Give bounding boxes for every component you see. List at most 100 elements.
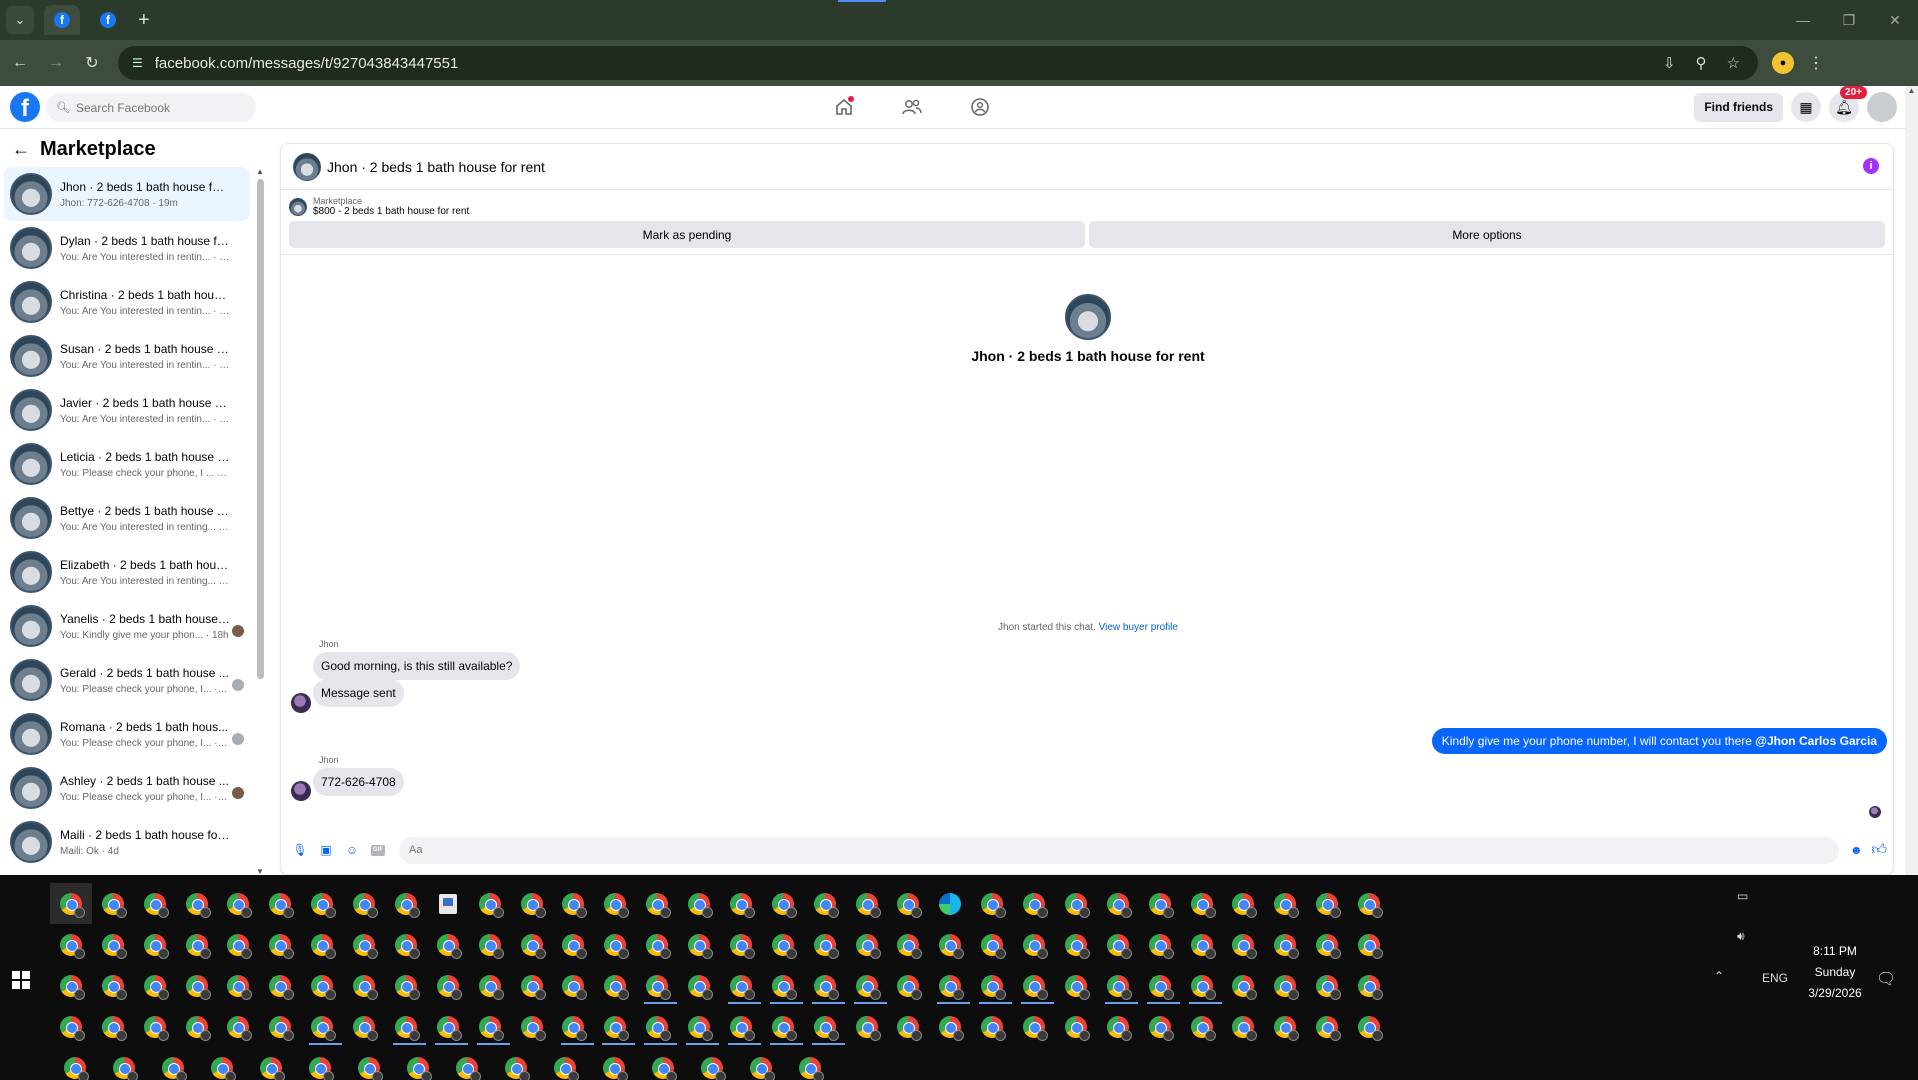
chrome-taskbar-button[interactable] — [385, 1006, 427, 1047]
install-app-icon[interactable]: ⇩ — [1663, 54, 1676, 72]
chrome-taskbar-button[interactable] — [888, 965, 930, 1006]
tab-search-button[interactable]: ⌄ — [6, 6, 34, 34]
find-friends-button[interactable]: Find friends — [1694, 92, 1783, 122]
chrome-taskbar-button[interactable] — [1223, 883, 1265, 924]
browser-tab[interactable]: f — [90, 5, 126, 35]
info-icon[interactable]: i — [1863, 158, 1879, 174]
chrome-taskbar-button[interactable] — [594, 924, 636, 965]
chrome-taskbar-button[interactable] — [846, 965, 888, 1006]
chrome-taskbar-button[interactable] — [594, 965, 636, 1006]
chrome-taskbar-button[interactable] — [343, 924, 385, 965]
chrome-taskbar-button[interactable] — [1348, 883, 1390, 924]
chrome-taskbar-button[interactable] — [176, 965, 218, 1006]
chrome-taskbar-button[interactable] — [385, 924, 427, 965]
chrome-taskbar-button[interactable] — [295, 1047, 344, 1080]
volume-icon[interactable]: 🔊︎ — [1737, 929, 1745, 944]
nav-home[interactable] — [830, 92, 858, 122]
chrome-taskbar-button[interactable] — [50, 924, 92, 965]
chrome-taskbar-button[interactable] — [1306, 883, 1348, 924]
sticker-icon[interactable]: ☺ — [341, 839, 363, 861]
gif-button[interactable]: GIF — [367, 839, 389, 861]
monitor-icon[interactable]: ▭ — [1737, 889, 1748, 903]
chrome-taskbar-button[interactable] — [589, 1047, 638, 1080]
chat-list-scrollbar[interactable]: ▲ ▼ — [256, 167, 264, 875]
browser-profile-icon[interactable]: ● — [1772, 52, 1794, 74]
chrome-taskbar-button[interactable] — [785, 1047, 834, 1080]
chrome-taskbar-button[interactable] — [301, 883, 343, 924]
conversation-item[interactable]: Christina · 2 beds 1 bath house ... You: … — [4, 275, 250, 329]
chrome-taskbar-button[interactable] — [1139, 883, 1181, 924]
chrome-taskbar-button[interactable] — [846, 924, 888, 965]
chrome-taskbar-button[interactable] — [553, 924, 595, 965]
chrome-taskbar-button[interactable] — [594, 1006, 636, 1047]
chrome-taskbar-button[interactable] — [50, 1047, 99, 1080]
new-tab-button[interactable]: + — [138, 9, 150, 32]
scroll-down-icon[interactable]: ▼ — [256, 867, 264, 875]
chrome-taskbar-button[interactable] — [1013, 924, 1055, 965]
conversation-item[interactable]: Bettye · 2 beds 1 bath house for... You: … — [4, 491, 250, 545]
chrome-taskbar-button[interactable] — [134, 924, 176, 965]
chrome-taskbar-button[interactable] — [1055, 924, 1097, 965]
more-options-button[interactable]: More options — [1089, 221, 1885, 248]
view-buyer-profile-link[interactable]: View buyer profile — [1099, 622, 1178, 633]
chrome-taskbar-button[interactable] — [888, 1006, 930, 1047]
chrome-taskbar-button[interactable] — [511, 1006, 553, 1047]
chrome-taskbar-button[interactable] — [636, 924, 678, 965]
chrome-taskbar-button[interactable] — [720, 1006, 762, 1047]
chrome-taskbar-button[interactable] — [259, 924, 301, 965]
nav-groups[interactable] — [966, 92, 994, 122]
chrome-taskbar-button[interactable] — [1306, 965, 1348, 1006]
chrome-taskbar-button[interactable] — [678, 883, 720, 924]
facebook-search[interactable]: 🔍︎ — [46, 93, 256, 122]
chrome-taskbar-button[interactable] — [762, 883, 804, 924]
chrome-taskbar-button[interactable] — [636, 965, 678, 1006]
chrome-taskbar-button[interactable] — [636, 1006, 678, 1047]
notification-center-icon[interactable]: 🗨︎ — [1876, 969, 1896, 989]
chrome-taskbar-button[interactable] — [343, 965, 385, 1006]
conversation-item[interactable]: Ashley · 2 beds 1 bath house ... You: Ple… — [4, 761, 250, 815]
chrome-taskbar-button[interactable] — [134, 883, 176, 924]
chrome-taskbar-button[interactable] — [1097, 1006, 1139, 1047]
chrome-taskbar-button[interactable] — [1306, 924, 1348, 965]
notifications-button[interactable]: 🔔︎ 20+ — [1829, 86, 1867, 122]
chrome-taskbar-button[interactable] — [736, 1047, 785, 1080]
chrome-taskbar-button[interactable] — [929, 1006, 971, 1047]
reload-button[interactable]: ↻ — [76, 53, 108, 73]
page-scrollbar[interactable]: ▲ — [1905, 86, 1918, 875]
chrome-taskbar-button[interactable] — [343, 1006, 385, 1047]
photo-icon[interactable]: ▣ — [315, 839, 337, 861]
chrome-taskbar-button[interactable] — [1264, 1006, 1306, 1047]
scroll-up-icon[interactable]: ▲ — [256, 167, 264, 176]
app-taskbar-button[interactable] — [427, 883, 469, 924]
chrome-taskbar-button[interactable] — [929, 965, 971, 1006]
chrome-taskbar-button[interactable] — [687, 1047, 736, 1080]
chrome-taskbar-button[interactable] — [720, 883, 762, 924]
chrome-taskbar-button[interactable] — [804, 1006, 846, 1047]
chrome-taskbar-button[interactable] — [1348, 1006, 1390, 1047]
chrome-taskbar-button[interactable] — [148, 1047, 197, 1080]
chrome-taskbar-button[interactable] — [134, 1006, 176, 1047]
chrome-taskbar-button[interactable] — [1181, 883, 1223, 924]
scrollbar-thumb[interactable] — [257, 179, 264, 679]
language-indicator[interactable]: ENG — [1762, 971, 1788, 985]
chrome-taskbar-button[interactable] — [1223, 1006, 1265, 1047]
chrome-taskbar-button[interactable] — [218, 1006, 260, 1047]
chrome-taskbar-button[interactable] — [218, 924, 260, 965]
conversation-item[interactable]: Gerald · 2 beds 1 bath house ... You: Ple… — [4, 653, 250, 707]
chrome-taskbar-button[interactable] — [176, 924, 218, 965]
start-button[interactable] — [12, 971, 30, 989]
incoming-message[interactable]: 772-626-4708 — [313, 768, 404, 796]
minimize-button[interactable]: — — [1780, 0, 1826, 40]
chrome-taskbar-button[interactable] — [971, 883, 1013, 924]
marketplace-listing-row[interactable]: Marketplace $800 - 2 beds 1 bath house f… — [281, 190, 1893, 217]
chrome-taskbar-button[interactable] — [1264, 883, 1306, 924]
nav-friends[interactable] — [898, 92, 926, 122]
chrome-taskbar-button[interactable] — [1013, 965, 1055, 1006]
search-input[interactable] — [75, 100, 246, 115]
chrome-taskbar-button[interactable] — [427, 924, 469, 965]
conversation-item[interactable]: Romana · 2 beds 1 bath hous... You: Pleas… — [4, 707, 250, 761]
outgoing-message[interactable]: Kindly give me your phone number, I will… — [1431, 728, 1887, 754]
listing-thumbnail[interactable] — [1065, 294, 1111, 340]
chrome-taskbar-button[interactable] — [1181, 965, 1223, 1006]
chrome-taskbar-button[interactable] — [469, 924, 511, 965]
